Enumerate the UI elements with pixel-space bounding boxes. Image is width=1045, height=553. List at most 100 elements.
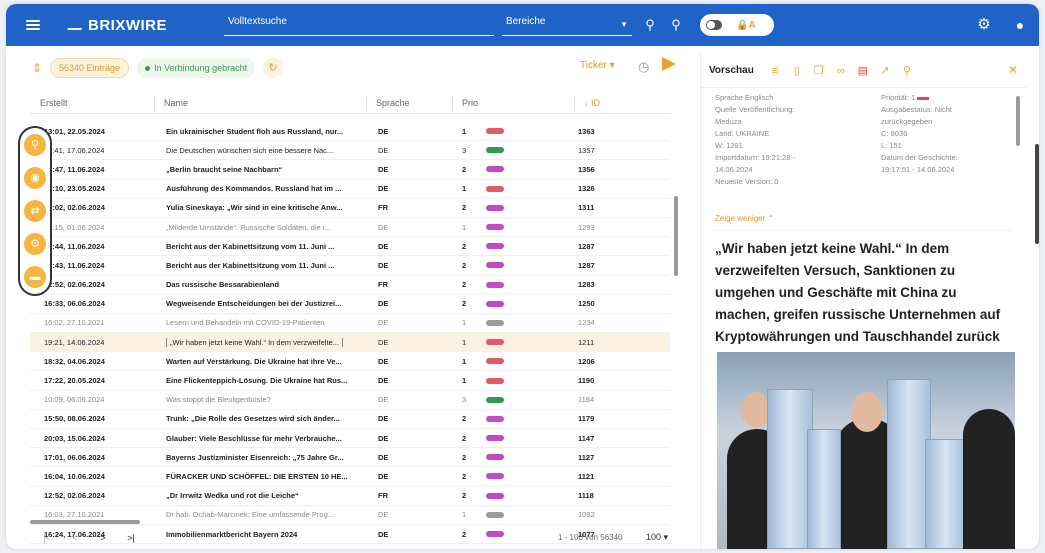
- table-row[interactable]: 12:52, 02.06.2024 Das russische Bessarabi…: [30, 276, 670, 295]
- hamburger-menu-icon[interactable]: [26, 20, 40, 30]
- user-icon[interactable]: ●: [1012, 17, 1028, 33]
- table-row[interactable]: 12:52, 02.06.2024 „Dr Irrwitz Wedka und r…: [30, 487, 670, 506]
- cell-name: „Berlin braucht seine Nachbarn“: [154, 165, 366, 174]
- person-search-icon[interactable]: ⚲: [668, 17, 684, 33]
- table-row[interactable]: 21:41, 17.06.2024 Die Deutschen wünschen …: [30, 141, 670, 161]
- column-header-language[interactable]: Sprache: [366, 92, 452, 114]
- column-header-id[interactable]: ↓ ID: [574, 92, 670, 114]
- side-panel-handle[interactable]: [1035, 144, 1039, 244]
- close-icon[interactable]: ✕: [1008, 63, 1018, 77]
- table-row[interactable]: 16:02, 27.10.2021 Lesern und Behandeln mi…: [30, 314, 670, 334]
- cell-created: 10:09, 06.06.2024: [30, 395, 154, 404]
- cell-priority-color: [476, 128, 574, 135]
- cell-id: 1293: [578, 222, 595, 232]
- metadata-line: Land: UKRAINE: [715, 129, 770, 138]
- cell-id: 1118: [578, 491, 594, 501]
- cell-priority-text: 1: [462, 510, 467, 520]
- section-select[interactable]: Bereiche ▼: [502, 14, 632, 36]
- preview-scrollbar[interactable]: [1016, 96, 1020, 146]
- metadata-left-column: Sprache Englisch Quelle Veröffentlichung:…: [715, 92, 865, 188]
- cell-priority-text: 1: [462, 337, 467, 347]
- table-row[interactable]: 15:50, 08.06.2024 Trunk: „Die Rolle des G…: [30, 410, 670, 429]
- list-icon[interactable]: ≡: [764, 65, 786, 77]
- app-window: BRIXWIRE Volltextsuche Bereiche ▼ ⚲ ⚲ 🔒A…: [6, 4, 1039, 549]
- table-row[interactable]: 14:47, 11.06.2024 „Berlin braucht seine N…: [30, 160, 670, 180]
- open-external-icon[interactable]: ↗: [874, 64, 896, 77]
- metadata-line: W: 1291: [715, 141, 743, 150]
- metadata-line-text: Priorität: 1: [881, 93, 916, 102]
- cell-language-text: DE: [378, 222, 389, 232]
- cell-name-text: Wegweisende Entscheidungen bei der Justi…: [166, 299, 342, 309]
- table-row[interactable]: 13:01, 22.05.2024 Ein ukrainischer Studen…: [30, 122, 670, 142]
- gear-icon[interactable]: ⚙: [24, 233, 46, 256]
- vertical-scrollbar[interactable]: [674, 196, 678, 276]
- cell-priority: 2: [452, 491, 476, 500]
- fulltext-search-input[interactable]: Volltextsuche: [224, 14, 494, 36]
- table-row[interactable]: 12:44, 11.06.2024 Bericht aus der Kabinet…: [30, 237, 670, 257]
- copy-icon[interactable]: ❐: [808, 64, 830, 77]
- bookmark-icon[interactable]: ▯: [786, 64, 808, 77]
- cell-language: DE: [366, 414, 452, 423]
- table-row[interactable]: 17:22, 20.05.2024 Eine Flickenteppich-Lös…: [30, 371, 670, 391]
- metadata-line: Sprache Englisch: [715, 93, 774, 102]
- table-row[interactable]: 13:10, 23.05.2024 Ausführung des Kommando…: [30, 180, 670, 199]
- column-header-name[interactable]: Name: [154, 92, 366, 114]
- cell-priority-text: 3: [462, 395, 467, 405]
- print-icon[interactable]: ▤: [852, 64, 874, 77]
- metadata-line: Priorität: 1: [881, 92, 1021, 104]
- next-page-button[interactable]: >: [92, 533, 114, 543]
- horizontal-scrollbar[interactable]: [30, 520, 140, 524]
- table-row[interactable]: 19:21, 14.06.2024 „Wir haben jetzt keine …: [30, 333, 670, 353]
- cell-priority-color: [476, 339, 574, 346]
- show-less-link[interactable]: Zeige weniger ⌃: [715, 214, 774, 223]
- folder-icon[interactable]: ▬: [24, 266, 46, 289]
- table-row[interactable]: 18:32, 04.06.2024 Warten auf Verstärkung.…: [30, 352, 670, 372]
- table-row[interactable]: 16:04, 10.06.2024 FÜRACKER UND SCHÖFFEL: …: [30, 467, 670, 487]
- swap-icon[interactable]: ⇄: [24, 199, 46, 222]
- eye-icon[interactable]: ◉: [24, 166, 46, 189]
- table-row[interactable]: 17:01, 06.06.2024 Bayerns Justizminister …: [30, 448, 670, 468]
- cell-name-text: „Berlin braucht seine Nachbarn“: [166, 164, 283, 174]
- ticker-dropdown[interactable]: Ticker ▾: [580, 60, 615, 71]
- table-row[interactable]: 12:43, 11.06.2024 Bericht aus der Kabinet…: [30, 256, 670, 276]
- lock-toggle[interactable]: 🔒A: [700, 14, 774, 36]
- column-header-created[interactable]: Erstellt: [30, 92, 154, 114]
- table-row[interactable]: 18:15, 01.06.2024 „Milderde Umstände“. Ru…: [30, 218, 670, 238]
- image-figure: [963, 409, 1015, 549]
- cell-name-text: Eine Flickenteppich-Lösung. Die Ukraine …: [166, 376, 348, 386]
- cell-id: 1211: [578, 337, 595, 347]
- send-icon[interactable]: [662, 57, 676, 71]
- cell-priority-text: 1: [462, 318, 467, 328]
- caret-down-icon: ▼: [620, 20, 628, 29]
- search-icon[interactable]: ⚲: [24, 133, 46, 156]
- cell-priority-text: 2: [462, 414, 467, 424]
- table-row[interactable]: 20:03, 15.06.2024 Glauber: Viele Beschlüs…: [30, 429, 670, 449]
- prev-page-button[interactable]: <: [64, 533, 86, 543]
- search-icon[interactable]: ⚲: [896, 64, 918, 77]
- pagination-bar: |< < > >| 1 - 100 von 56340 100 ▾: [30, 528, 670, 548]
- cell-id: 1234: [578, 318, 595, 328]
- table-row[interactable]: 16:33, 06.06.2024 Wegweisende Entscheidun…: [30, 295, 670, 314]
- status-filter-chip[interactable]: In Verbindung gebracht: [137, 58, 256, 78]
- cell-priority-color: [476, 377, 574, 384]
- table-row[interactable]: 10:09, 06.06.2024 Was stoppt die Bleulige…: [30, 391, 670, 410]
- cell-name: Wegweisende Entscheidungen bei der Justi…: [154, 299, 366, 308]
- entry-count-chip[interactable]: 56340 Einträge: [50, 58, 130, 78]
- column-header-priority[interactable]: Prio: [452, 92, 574, 114]
- link-icon[interactable]: ∞: [830, 65, 852, 77]
- first-page-button[interactable]: |<: [36, 533, 58, 543]
- cell-created: 17:01, 06.06.2024: [30, 453, 154, 462]
- refresh-icon[interactable]: ↻: [263, 58, 284, 78]
- sort-icon[interactable]: ⇕: [32, 61, 42, 75]
- page-size-select[interactable]: 100 ▾: [646, 532, 668, 543]
- gear-icon[interactable]: ⚙: [976, 17, 992, 33]
- cell-name: Bericht aus der Kabinettsitzung vom 11. …: [154, 242, 366, 251]
- brand-logo[interactable]: BRIXWIRE: [67, 17, 167, 34]
- cell-priority: 2: [452, 203, 476, 212]
- last-page-button[interactable]: >|: [120, 533, 142, 543]
- cell-created-text: 16:02, 27.10.2021: [44, 318, 105, 328]
- metadata-line: zurückgegeben: [881, 116, 1021, 128]
- table-row[interactable]: 12:02, 02.06.2024 Yulia Sineskaya: „Wir s…: [30, 199, 670, 218]
- search-icon[interactable]: ⚲: [642, 17, 658, 33]
- history-icon[interactable]: ◷: [638, 59, 649, 75]
